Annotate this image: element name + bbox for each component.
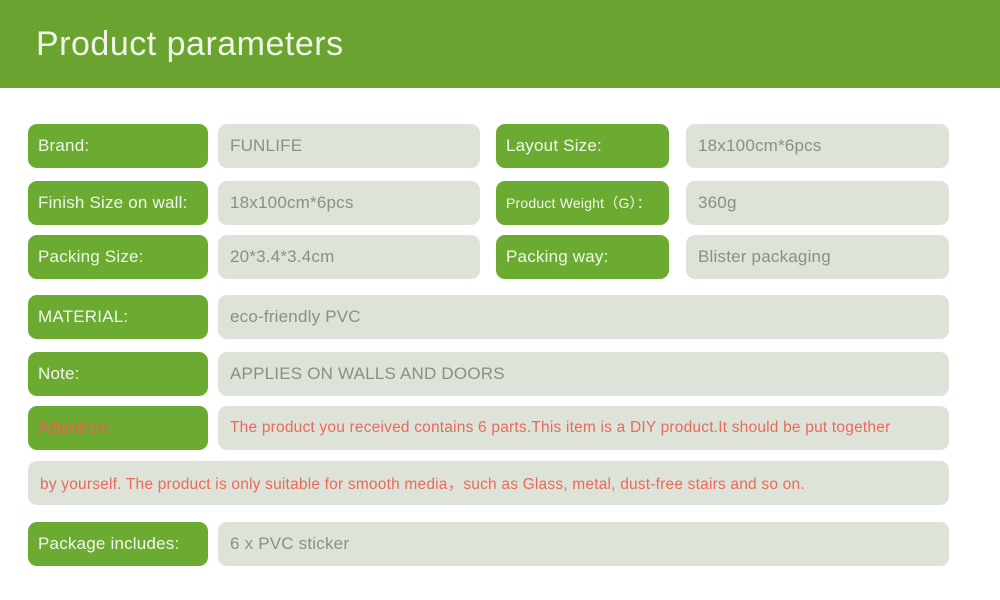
param-value-finish-size-on-wall: 18x100cm*6pcs [218, 181, 480, 225]
param-value-layout-size: 18x100cm*6pcs [686, 124, 949, 168]
parameters-table: Brand: FUNLIFE Layout Size: 18x100cm*6pc… [0, 88, 1000, 600]
param-label-packing-way: Packing way: [496, 235, 669, 279]
param-value-attention-continuation: by yourself. The product is only suitabl… [28, 461, 949, 505]
param-value-packing-way: Blister packaging [686, 235, 949, 279]
param-label-finish-size-on-wall: Finish Size on wall: [28, 181, 208, 225]
param-label-package-includes: Package includes: [28, 522, 208, 566]
param-label-attention: Attention: [28, 406, 208, 450]
param-label-brand: Brand: [28, 124, 208, 168]
header-banner: Product parameters [0, 0, 1000, 88]
param-label-note: Note: [28, 352, 208, 396]
param-value-package-includes: 6 x PVC sticker [218, 522, 949, 566]
param-value-material: eco-friendly PVC [218, 295, 949, 339]
page-title: Product parameters [36, 25, 344, 63]
param-value-packing-size: 20*3.4*3.4cm [218, 235, 480, 279]
param-label-product-weight: Product Weight（G）： [496, 181, 669, 225]
param-label-material: MATERIAL: [28, 295, 208, 339]
param-label-layout-size: Layout Size: [496, 124, 669, 168]
product-parameters-page: Product parameters Brand: FUNLIFE Layout… [0, 0, 1000, 600]
param-value-brand: FUNLIFE [218, 124, 480, 168]
param-value-attention: The product you received contains 6 part… [218, 406, 949, 450]
param-value-product-weight: 360g [686, 181, 949, 225]
param-label-packing-size: Packing Size: [28, 235, 208, 279]
param-value-note: APPLIES ON WALLS AND DOORS [218, 352, 949, 396]
